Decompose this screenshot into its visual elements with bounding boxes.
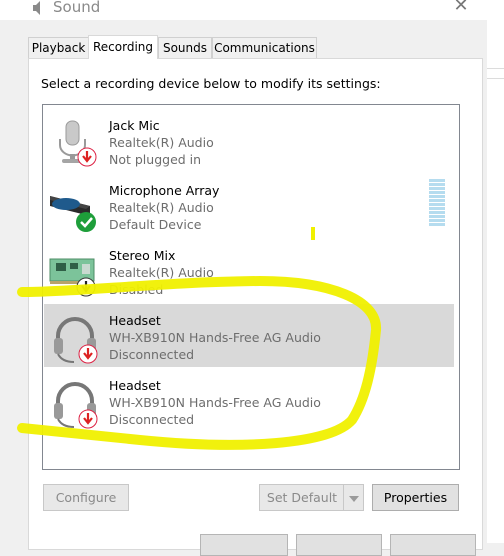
device-status: Not plugged in — [109, 152, 202, 167]
device-driver: Realtek(R) Audio — [109, 200, 214, 215]
set-default-dropdown[interactable] — [343, 484, 364, 511]
device-driver: WH-XB910N Hands-Free AG Audio — [109, 330, 321, 345]
device-item-microphone-array[interactable]: Microphone Array Realtek(R) Audio Defaul… — [44, 174, 454, 237]
tab-playback[interactable]: Playback — [28, 37, 89, 58]
device-driver: Realtek(R) Audio — [109, 135, 214, 150]
device-status: Disconnected — [109, 347, 195, 362]
device-name: Headset — [109, 313, 161, 328]
set-default-button[interactable]: Set Default — [259, 484, 344, 511]
tab-label: Communications — [214, 41, 315, 55]
chevron-down-icon — [348, 496, 359, 502]
device-name: Stereo Mix — [109, 248, 176, 263]
title-bar: Sound ✕ — [0, 0, 487, 20]
tab-recording[interactable]: Recording — [88, 35, 158, 59]
default-device-check-icon — [76, 212, 96, 232]
device-name: Microphone Array — [109, 183, 220, 198]
device-status: Disabled — [109, 282, 164, 297]
speaker-icon — [33, 1, 40, 15]
apply-button[interactable] — [390, 534, 476, 556]
device-item-headset-1[interactable]: Headset WH-XB910N Hands-Free AG Audio Di… — [44, 304, 454, 367]
device-item-headset-2[interactable]: Headset WH-XB910N Hands-Free AG Audio Di… — [44, 369, 454, 432]
microphone-array-icon — [50, 196, 96, 232]
properties-button[interactable]: Properties — [372, 484, 459, 511]
headset-icon — [54, 382, 98, 429]
disconnected-badge-icon — [78, 344, 98, 364]
device-name: Jack Mic — [109, 118, 160, 133]
device-status: Disconnected — [109, 412, 195, 427]
ok-button[interactable] — [200, 534, 288, 556]
background-window-element — [487, 68, 504, 79]
disconnected-badge-icon — [78, 409, 98, 429]
recording-device-list[interactable]: Jack Mic Realtek(R) Audio Not plugged in… — [42, 104, 460, 470]
tab-sounds[interactable]: Sounds — [158, 37, 212, 58]
configure-button[interactable]: Configure — [43, 484, 129, 511]
close-button[interactable]: ✕ — [444, 0, 478, 18]
close-icon: ✕ — [453, 0, 469, 16]
device-name: Headset — [109, 378, 161, 393]
sound-card-icon — [49, 258, 96, 297]
tab-label: Recording — [92, 40, 154, 54]
instructions-text: Select a recording device below to modif… — [41, 76, 381, 91]
input-level-meter — [429, 179, 445, 229]
device-driver: Realtek(R) Audio — [109, 265, 214, 280]
tab-communications[interactable]: Communications — [212, 37, 317, 58]
device-item-jack-mic[interactable]: Jack Mic Realtek(R) Audio Not plugged in — [44, 109, 454, 172]
window-title: Sound — [53, 0, 101, 16]
device-item-stereo-mix[interactable]: Stereo Mix Realtek(R) Audio Disabled — [44, 239, 454, 302]
cancel-button[interactable] — [296, 534, 382, 556]
headset-icon — [54, 317, 98, 364]
device-driver: WH-XB910N Hands-Free AG Audio — [109, 395, 321, 410]
background-window-strip — [487, 0, 504, 543]
tab-label: Playback — [31, 41, 86, 55]
disabled-badge-icon — [76, 277, 96, 297]
microphone-icon — [59, 120, 97, 167]
tab-label: Sounds — [162, 41, 208, 55]
not-plugged-in-badge-icon — [77, 147, 97, 167]
device-status: Default Device — [109, 217, 202, 232]
